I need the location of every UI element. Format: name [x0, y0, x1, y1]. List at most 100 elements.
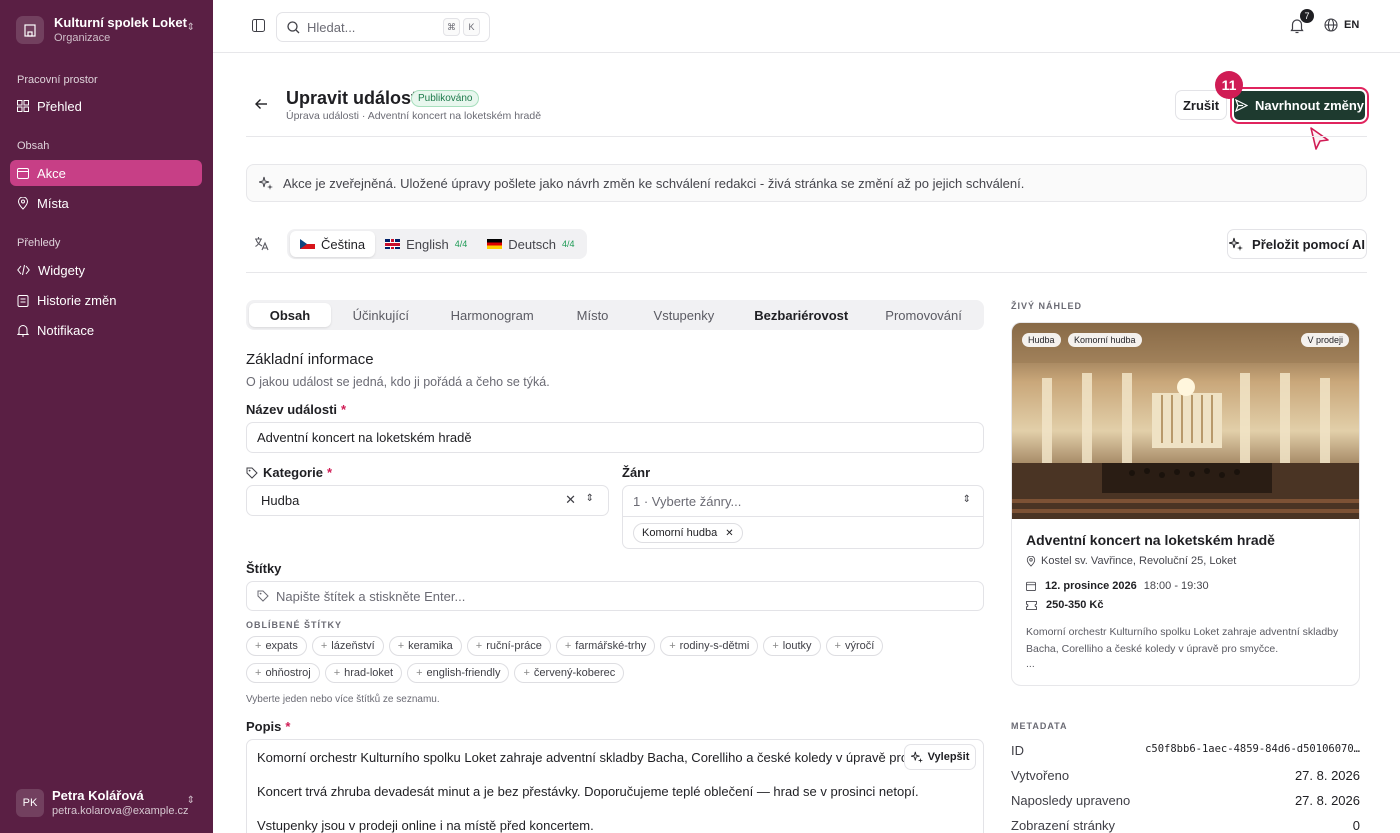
- popular-tag-chip[interactable]: + lázeňství: [311, 636, 384, 656]
- breadcrumb: Úprava události · Adventní koncert na lo…: [286, 110, 542, 122]
- bell-icon: [17, 324, 29, 336]
- avatar: PK: [16, 789, 44, 817]
- kbd-cmd: ⌘: [443, 18, 460, 36]
- popular-tag-chip[interactable]: + expats: [246, 636, 307, 656]
- tab-place[interactable]: Místo: [554, 303, 632, 327]
- popular-tag-chip[interactable]: + farmářské-trhy: [555, 636, 656, 656]
- tags-input[interactable]: Napište štítek a stiskněte Enter...: [246, 581, 984, 611]
- tab-promotion[interactable]: Promovování: [866, 303, 981, 327]
- sparkles-icon: [1229, 237, 1244, 251]
- section-title: Základní informace: [246, 351, 374, 368]
- sidebar: Kulturní spolek Loket Organizace ⇕ Praco…: [0, 0, 213, 833]
- description-textarea[interactable]: Komorní orchestr Kulturního spolku Loket…: [246, 739, 984, 833]
- clear-icon[interactable]: ✕: [565, 492, 576, 508]
- lang-label: Čeština: [321, 236, 366, 252]
- improve-button[interactable]: Vylepšit: [904, 744, 976, 770]
- popular-tags-label: OBLÍBENÉ ŠTÍTKY: [246, 620, 343, 630]
- org-switcher[interactable]: Kulturní spolek Loket Organizace ⇕: [10, 8, 203, 52]
- label-text: Popis: [246, 719, 282, 734]
- tab-content[interactable]: Obsah: [249, 303, 331, 327]
- popular-tag-chip[interactable]: + keramika: [388, 636, 462, 656]
- remove-icon[interactable]: ✕: [725, 528, 733, 539]
- tab-language-cs[interactable]: Čeština: [290, 231, 376, 257]
- genre-label: Žánr: [622, 465, 651, 480]
- language-switcher[interactable]: EN: [1324, 18, 1359, 32]
- category-select[interactable]: Hudba ✕ ⇕: [246, 485, 609, 516]
- genre-input[interactable]: 1 · Vyberte žánry... ⇕: [623, 486, 983, 517]
- globe-icon: [1324, 18, 1338, 32]
- description-paragraph: Vstupenky jsou v prodeji online i na mís…: [257, 818, 594, 833]
- sidebar-item-history[interactable]: Historie změn: [10, 287, 202, 313]
- event-image: Hudba Komorní hudba V prodeji: [1012, 323, 1359, 519]
- metadata-value: 27. 8. 2026: [1294, 768, 1360, 783]
- content-tabs: Obsah Účinkující Harmonogram Místo Vstup…: [246, 300, 984, 330]
- sidebar-item-overview[interactable]: Přehled: [10, 93, 202, 119]
- popular-tag-chip[interactable]: + english-friendly: [407, 663, 510, 683]
- metadata-row: ID c50f8bb6-1aec-4859-84d6-d50106070…: [1011, 743, 1360, 758]
- tab-accessibility[interactable]: Bezbariérovost: [736, 303, 866, 327]
- sidebar-item-label: Historie změn: [37, 292, 117, 308]
- genre-chip-label: Komorní hudba: [642, 527, 718, 539]
- popular-tag-chip[interactable]: + ruční-práce: [466, 636, 551, 656]
- time-text: 18:00 - 19:30: [1143, 580, 1209, 592]
- sidebar-toggle-icon[interactable]: [252, 19, 265, 35]
- calendar-icon: [17, 168, 29, 179]
- sidebar-item-label: Notifikace: [37, 322, 95, 338]
- popular-tags-row-2: + ohňostroj + hrad-loket + english-friendly…: [246, 663, 629, 683]
- search-placeholder: Hledat...: [307, 19, 356, 35]
- popular-tag-chip[interactable]: + červený-koberec: [514, 663, 625, 683]
- sparkles-icon: [910, 751, 923, 763]
- preview-card[interactable]: Hudba Komorní hudba V prodeji Adventní k…: [1011, 322, 1360, 686]
- sidebar-item-places[interactable]: Místa: [10, 190, 202, 216]
- metadata-key: Naposledy upraveno: [1011, 793, 1131, 808]
- info-text: Akce je zveřejněná. Uložené úpravy pošle…: [283, 175, 1025, 191]
- tab-language-de[interactable]: Deutsch 4/4: [477, 231, 584, 257]
- ticket-icon: [1026, 600, 1037, 610]
- description-paragraph: Komorní orchestr Kulturního spolku Loket…: [257, 750, 960, 765]
- sidebar-item-events[interactable]: Akce: [10, 160, 202, 186]
- popular-tag-chip[interactable]: + rodiny-s-dětmi: [660, 636, 759, 656]
- clipboard-icon: [17, 294, 29, 307]
- page-title: Upravit událost: [286, 88, 418, 108]
- tab-schedule[interactable]: Harmonogram: [431, 303, 554, 327]
- popular-tag-chip[interactable]: + výročí: [825, 636, 884, 656]
- lang-label: English: [406, 236, 449, 252]
- user-name: Petra Kolářová: [52, 788, 144, 803]
- preview-price: 250-350 Kč: [1026, 599, 1104, 611]
- tab-performers[interactable]: Účinkující: [331, 303, 431, 327]
- metadata-row: Vytvořeno 27. 8. 2026: [1011, 768, 1360, 783]
- user-menu[interactable]: PK Petra Kolářová petra.kolarova@example…: [10, 781, 203, 825]
- chevron-updown-icon: ⇕: [585, 493, 594, 504]
- chevron-updown-icon: ⇕: [186, 22, 195, 33]
- preview-tag: Hudba: [1022, 333, 1061, 347]
- name-label: Název události *: [246, 402, 347, 417]
- popular-tag-chip[interactable]: + loutky: [763, 636, 821, 656]
- search-input[interactable]: Hledat... ⌘ K: [276, 12, 490, 42]
- step-badge: 11: [1215, 71, 1243, 99]
- translate-ai-button[interactable]: Přeložit pomocí AI: [1227, 229, 1367, 259]
- tag-icon: [246, 467, 258, 479]
- sale-badge: V prodeji: [1301, 333, 1349, 347]
- metadata-key: Zobrazení stránky: [1011, 818, 1116, 833]
- tab-tickets[interactable]: Vstupenky: [631, 303, 736, 327]
- genre-chip: Komorní hudba ✕: [633, 523, 743, 543]
- back-arrow-icon[interactable]: [254, 97, 268, 114]
- genre-placeholder: 1 · Vyberte žánry...: [633, 493, 742, 509]
- language-tabs: Čeština English 4/4 Deutsch 4/4: [287, 229, 588, 259]
- tab-language-en[interactable]: English 4/4: [375, 231, 477, 257]
- event-name-field[interactable]: Adventní koncert na loketském hradě: [246, 422, 984, 453]
- metadata-value: 0: [1352, 818, 1360, 833]
- sidebar-item-widgets[interactable]: Widgety: [10, 257, 202, 283]
- sidebar-item-label: Přehled: [37, 98, 82, 114]
- preview-tag: Komorní hudba: [1068, 333, 1142, 347]
- date-text: 12. prosince 2026: [1045, 580, 1137, 592]
- popular-tags-row-1: + expats + lázeňství + keramika + ruční-prác…: [246, 636, 888, 656]
- org-name: Kulturní spolek Loket: [54, 15, 187, 30]
- popular-tag-chip[interactable]: + hrad-loket: [324, 663, 403, 683]
- genre-select[interactable]: 1 · Vyberte žánry... ⇕ Komorní hudba ✕: [622, 485, 984, 549]
- popular-tag-chip[interactable]: + ohňostroj: [246, 663, 320, 683]
- propose-changes-button[interactable]: Navrhnout změny: [1232, 89, 1367, 122]
- label-text: Kategorie: [263, 465, 323, 480]
- sidebar-item-notifications[interactable]: Notifikace: [10, 317, 202, 343]
- kbd-k: K: [463, 18, 480, 36]
